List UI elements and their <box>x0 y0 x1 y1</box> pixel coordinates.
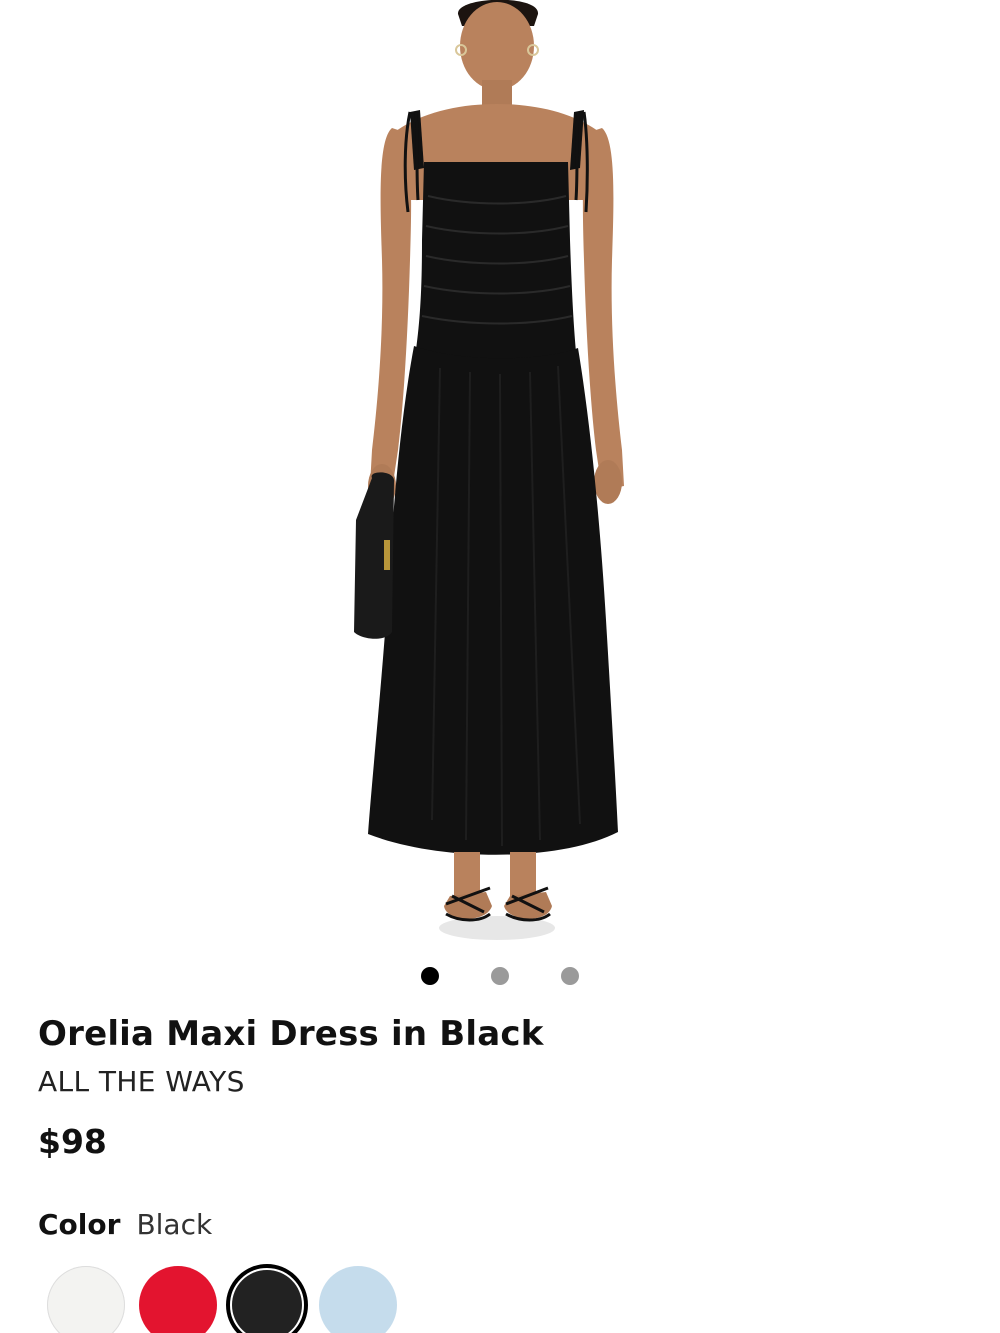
color-swatch-white[interactable] <box>47 1266 125 1333</box>
color-selector-header: Color Black <box>38 1205 212 1245</box>
color-label: Color <box>38 1208 121 1241</box>
color-swatch-red[interactable] <box>139 1266 217 1333</box>
carousel-dot-1[interactable] <box>421 967 439 985</box>
color-swatch-light-blue[interactable] <box>319 1266 397 1333</box>
product-price: $98 <box>38 1122 107 1161</box>
color-swatch-black-fill <box>232 1270 302 1333</box>
product-title: Orelia Maxi Dress in Black <box>38 1014 544 1054</box>
model-illustration <box>354 0 624 940</box>
product-page: Orelia Maxi Dress in Black ALL THE WAYS … <box>0 0 1000 1333</box>
image-carousel-pagination <box>0 966 1000 986</box>
carousel-dot-3[interactable] <box>561 967 579 985</box>
color-swatch-black[interactable] <box>226 1264 308 1333</box>
brand-link[interactable]: ALL THE WAYS <box>38 1063 245 1101</box>
carousel-dot-2[interactable] <box>491 967 509 985</box>
product-image[interactable] <box>0 0 1000 950</box>
selected-color-name: Black <box>136 1208 213 1241</box>
